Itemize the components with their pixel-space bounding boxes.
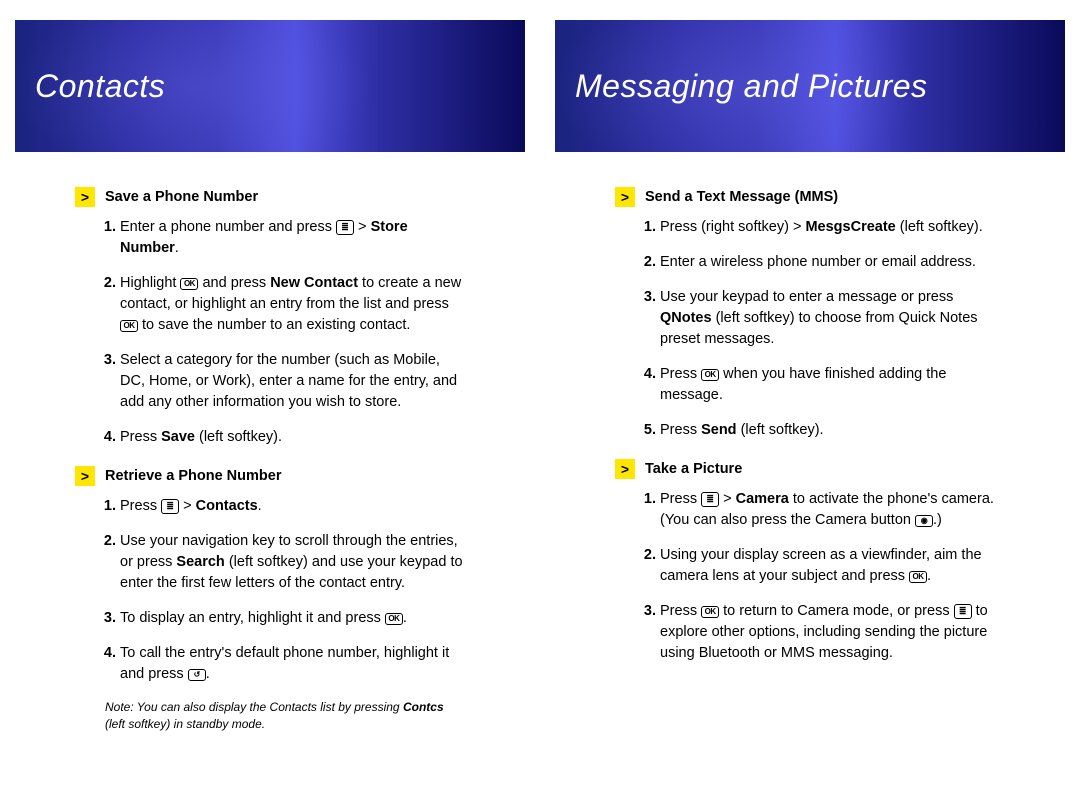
step: Press ≣ > Contacts. <box>120 496 465 517</box>
section: > Retrieve a Phone Number Press ≣ > Contac… <box>75 466 465 733</box>
step: Press ≣ > Camera to activate the phone's… <box>660 489 1005 531</box>
section-title: Send a Text Message (MMS) <box>645 189 838 205</box>
step-list: Press (right softkey) > MesgsCreate (lef… <box>615 217 1005 441</box>
section-header: > Send a Text Message (MMS) <box>615 187 1005 207</box>
ok-icon: OK <box>385 613 403 625</box>
ok-icon: OK <box>701 369 719 381</box>
step-list: Press ≣ > Camera to activate the phone's… <box>615 489 1005 664</box>
note: Note: You can also display the Contacts … <box>75 699 465 733</box>
camera-icon: ◉ <box>915 515 933 527</box>
step: Press (right softkey) > MesgsCreate (lef… <box>660 217 1005 238</box>
step: Use your navigation key to scroll throug… <box>120 531 465 594</box>
step: Using your display screen as a viewfinde… <box>660 545 1005 587</box>
ok-icon: OK <box>120 320 138 332</box>
step: Press OK when you have finished adding t… <box>660 364 1005 406</box>
section: > Take a Picture Press ≣ > Camera to activ… <box>615 459 1005 664</box>
banner-title-messaging: Messaging and Pictures <box>575 68 928 105</box>
step: Press Send (left softkey). <box>660 420 1005 441</box>
menu-icon: ≣ <box>954 604 972 619</box>
section-header: > Take a Picture <box>615 459 1005 479</box>
menu-icon: ≣ <box>701 492 719 507</box>
step: Enter a phone number and press ≣ > Store… <box>120 217 465 259</box>
banner-title-contacts: Contacts <box>35 68 165 105</box>
section-header: > Retrieve a Phone Number <box>75 466 465 486</box>
step: Select a category for the number (such a… <box>120 350 465 413</box>
step: Highlight OK and press New Contact to cr… <box>120 273 465 336</box>
section-header: > Save a Phone Number <box>75 187 465 207</box>
section: > Send a Text Message (MMS) Press (right s… <box>615 187 1005 441</box>
page-messaging: Messaging and Pictures > Send a Text Mess… <box>555 20 1065 751</box>
step-list: Enter a phone number and press ≣ > Store… <box>75 217 465 448</box>
call-icon: ↺ <box>188 669 206 681</box>
step-list: Press ≣ > Contacts. Use your navigation k… <box>75 496 465 685</box>
arrow-icon: > <box>615 459 635 479</box>
banner-messaging: Messaging and Pictures <box>555 20 1065 152</box>
content-right: > Send a Text Message (MMS) Press (right s… <box>555 187 1065 664</box>
step: Press OK to return to Camera mode, or pr… <box>660 601 1005 664</box>
section-title: Save a Phone Number <box>105 189 258 205</box>
ok-icon: OK <box>909 571 927 583</box>
arrow-icon: > <box>75 466 95 486</box>
ok-icon: OK <box>180 278 198 290</box>
step: To call the entry's default phone number… <box>120 643 465 685</box>
section-title: Retrieve a Phone Number <box>105 468 281 484</box>
arrow-icon: > <box>75 187 95 207</box>
menu-icon: ≣ <box>336 220 354 235</box>
ok-icon: OK <box>701 606 719 618</box>
step: To display an entry, highlight it and pr… <box>120 608 465 629</box>
banner-contacts: Contacts <box>15 20 525 152</box>
step: Use your keypad to enter a message or pr… <box>660 287 1005 350</box>
section-title: Take a Picture <box>645 461 742 477</box>
arrow-icon: > <box>615 187 635 207</box>
menu-icon: ≣ <box>161 499 179 514</box>
content-left: > Save a Phone Number Enter a phone number… <box>15 187 525 733</box>
page-contacts: Contacts > Save a Phone Number Enter a pho… <box>15 20 525 751</box>
section: > Save a Phone Number Enter a phone number… <box>75 187 465 448</box>
step: Enter a wireless phone number or email a… <box>660 252 1005 273</box>
step: Press Save (left softkey). <box>120 427 465 448</box>
